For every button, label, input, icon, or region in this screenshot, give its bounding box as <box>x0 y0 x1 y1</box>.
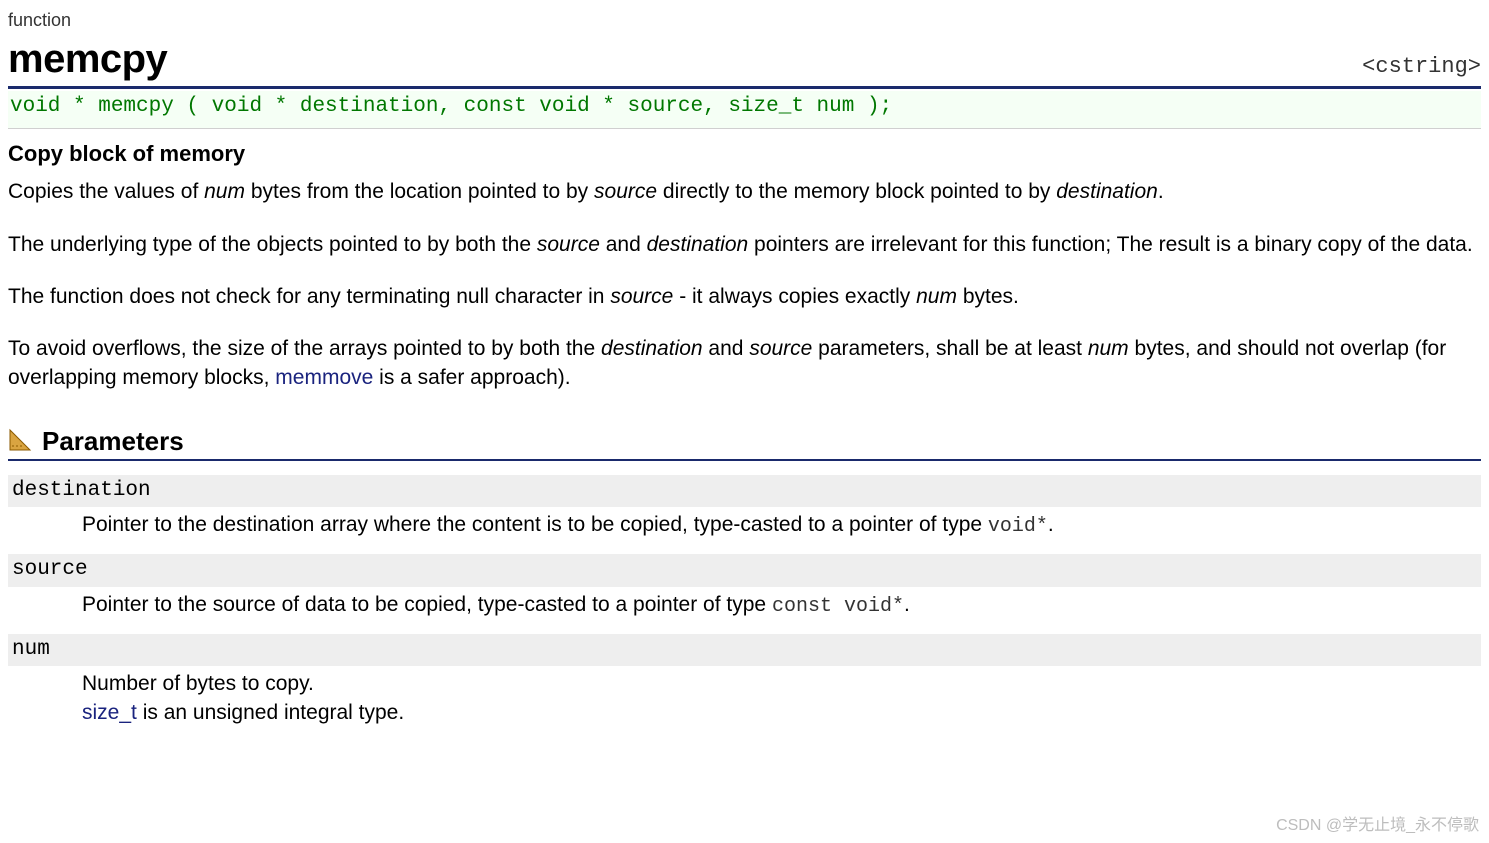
em-source: source <box>594 180 657 203</box>
param-list: destination Pointer to the destination a… <box>8 475 1481 741</box>
header-tag: <cstring> <box>1362 52 1481 82</box>
watermark: CSDN @学无止境_永不停歌 <box>1276 815 1479 837</box>
desc-p4: To avoid overflows, the size of the arra… <box>8 335 1481 392</box>
text: Number of bytes to copy. <box>82 672 314 695</box>
em-destination: destination <box>1056 180 1158 203</box>
param-desc-destination: Pointer to the destination array where t… <box>8 507 1481 554</box>
code-void-ptr: void* <box>988 515 1048 538</box>
em-destination: destination <box>647 233 749 256</box>
desc-p3: The function does not check for any term… <box>8 283 1481 311</box>
brief-description: Copy block of memory <box>8 139 1481 169</box>
parameters-heading: Parameters <box>8 424 1481 461</box>
em-destination: destination <box>601 337 703 360</box>
text: bytes from the location pointed to by <box>245 180 594 203</box>
text: Pointer to the source of data to be copi… <box>82 593 772 616</box>
param-desc-num: Number of bytes to copy. size_t is an un… <box>8 666 1481 741</box>
param-desc-source: Pointer to the source of data to be copi… <box>8 587 1481 634</box>
em-num: num <box>916 285 957 308</box>
text: and <box>703 337 750 360</box>
text: bytes. <box>957 285 1019 308</box>
text: - it always copies exactly <box>673 285 916 308</box>
memmove-link[interactable]: memmove <box>275 366 373 389</box>
triangle-ruler-icon <box>8 428 32 452</box>
type-label: function <box>8 8 1481 32</box>
title-row: memcpy <cstring> <box>8 32 1481 89</box>
em-source: source <box>537 233 600 256</box>
text: . <box>1048 513 1054 536</box>
text: directly to the memory block pointed to … <box>657 180 1056 203</box>
function-signature: void * memcpy ( void * destination, cons… <box>8 91 1481 128</box>
text: is a safer approach). <box>373 366 570 389</box>
text: Copies the values of <box>8 180 204 203</box>
em-source: source <box>749 337 812 360</box>
param-term-num: num <box>8 634 1481 666</box>
text: Pointer to the destination array where t… <box>82 513 988 536</box>
code-const-void-ptr: const void* <box>772 595 904 618</box>
em-source: source <box>610 285 673 308</box>
size-t-link[interactable]: size_t <box>82 701 137 724</box>
param-term-destination: destination <box>8 475 1481 507</box>
text: is an unsigned integral type. <box>137 701 404 724</box>
em-num: num <box>1088 337 1129 360</box>
em-num: num <box>204 180 245 203</box>
param-term-source: source <box>8 554 1481 586</box>
text: . <box>904 593 910 616</box>
description: Copies the values of num bytes from the … <box>8 178 1481 392</box>
text: The underlying type of the objects point… <box>8 233 537 256</box>
text: . <box>1158 180 1164 203</box>
text: parameters, shall be at least <box>812 337 1087 360</box>
text: pointers are irrelevant for this functio… <box>748 233 1473 256</box>
desc-p2: The underlying type of the objects point… <box>8 231 1481 259</box>
text: The function does not check for any term… <box>8 285 610 308</box>
text: To avoid overflows, the size of the arra… <box>8 337 601 360</box>
text: and <box>600 233 647 256</box>
desc-p1: Copies the values of num bytes from the … <box>8 178 1481 206</box>
parameters-title: Parameters <box>42 424 184 459</box>
function-name: memcpy <box>8 32 167 86</box>
